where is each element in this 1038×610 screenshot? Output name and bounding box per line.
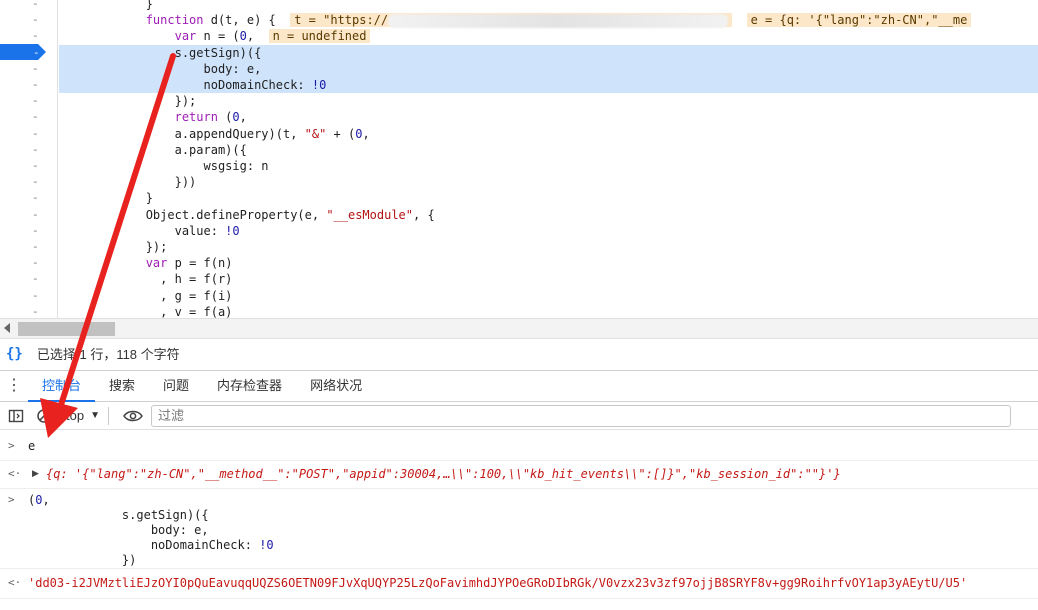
svg-text:-: - xyxy=(33,46,40,59)
code-line[interactable]: return (0, xyxy=(59,109,1038,125)
gutter-mark[interactable]: - xyxy=(32,223,40,239)
console-result-row: <· ▶ {q: '{"lang":"zh-CN","__method__":"… xyxy=(0,461,1038,489)
gutter-mark[interactable]: - xyxy=(32,239,40,255)
console-output[interactable]: > e <· ▶ {q: '{"lang":"zh-CN","__method_… xyxy=(0,431,1038,610)
tab-issues[interactable]: 问题 xyxy=(149,370,203,402)
console-input-line: s.getSign)({ xyxy=(28,508,209,522)
gutter-mark[interactable]: - xyxy=(32,12,40,28)
scroll-left-icon[interactable] xyxy=(4,323,10,333)
inline-value: t = "https:// xyxy=(290,13,733,28)
tab-console[interactable]: 控制台 xyxy=(28,370,96,402)
result-arrow-icon-2: <· xyxy=(8,576,22,589)
code-line[interactable]: function d(t, e) { t = "https:// e = {q:… xyxy=(59,12,1038,28)
input-prompt-icon-2: > xyxy=(8,493,15,506)
gutter-mark[interactable]: - xyxy=(32,0,40,12)
breakpoint-marker[interactable]: - xyxy=(0,44,46,60)
inline-value: e = {q: '{"lang":"zh-CN","__me xyxy=(746,13,972,28)
sidebar-toggle-icon[interactable] xyxy=(4,405,28,427)
gutter-mark[interactable]: - xyxy=(32,271,40,287)
gutter-mark[interactable]: - xyxy=(32,190,40,206)
code-line[interactable]: value: !0 xyxy=(59,223,1038,239)
code-line[interactable]: } xyxy=(59,190,1038,206)
gutter-mark[interactable]: - xyxy=(32,288,40,304)
gutter-mark[interactable]: - xyxy=(32,109,40,125)
console-toolbar: top ▼ xyxy=(0,402,1038,430)
code-line[interactable]: wsgsig: n xyxy=(59,158,1038,174)
code-line[interactable]: } xyxy=(59,0,1038,12)
console-result-row-2: <· 'dd03-i2JVMztliEJzOYI0pQuEavuqqUQZS6O… xyxy=(0,569,1038,599)
code-line[interactable]: }); xyxy=(59,239,1038,255)
code-line[interactable]: body: e, xyxy=(59,60,1038,77)
gutter-mark[interactable]: - xyxy=(32,158,40,174)
drawer-tab-bar: ⋮ 控制台 搜索 问题 内存检查器 网络状况 xyxy=(0,370,1038,402)
input-prompt-icon: > xyxy=(8,439,15,452)
console-input-row-2: > (0, s.getSign)({ body: e, noDomainChec… xyxy=(0,489,1038,569)
console-input-line: noDomainCheck: !0 xyxy=(28,538,274,552)
code-line[interactable]: })) xyxy=(59,174,1038,190)
code-line[interactable]: a.param)({ xyxy=(59,142,1038,158)
console-input-line: }) xyxy=(28,553,137,567)
result-arrow-icon: <· xyxy=(8,467,22,480)
gutter-mark[interactable]: - xyxy=(32,207,40,223)
code-line[interactable]: a.appendQuery)(t, "&" + (0, xyxy=(59,126,1038,142)
eye-icon[interactable] xyxy=(121,405,145,427)
drawer-menu-icon[interactable]: ⋮ xyxy=(0,378,28,394)
code-line[interactable]: , h = f(r) xyxy=(59,271,1038,287)
toolbar-divider xyxy=(107,406,109,425)
filter-input[interactable] xyxy=(150,404,1011,427)
tab-network-conditions[interactable]: 网络状况 xyxy=(296,370,376,402)
chevron-down-icon[interactable]: ▼ xyxy=(90,410,100,421)
code-line[interactable]: Object.defineProperty(e, "__esModule", { xyxy=(59,207,1038,223)
code-line[interactable]: var n = (0, n = undefined xyxy=(59,28,1038,44)
signature-string[interactable]: 'dd03-i2JVMztliEJzOYI0pQuEavuqqUQZS6OETN… xyxy=(28,576,967,591)
gutter-mark[interactable]: - xyxy=(32,255,40,271)
inline-value: n = undefined xyxy=(268,29,371,44)
gutter-mark[interactable]: - xyxy=(32,61,40,77)
gutter-mark[interactable]: - xyxy=(32,28,40,44)
gutter-mark[interactable]: - xyxy=(32,126,40,142)
code-line[interactable]: s.getSign)({ xyxy=(59,44,1038,61)
code-line[interactable]: , g = f(i) xyxy=(59,288,1038,304)
editor-status-bar: {} 已选择 1 行，118 个字符 xyxy=(0,338,1038,368)
context-selector[interactable]: top xyxy=(66,408,84,423)
gutter-mark[interactable]: - xyxy=(32,142,40,158)
horizontal-scrollbar[interactable] xyxy=(0,318,1038,338)
scrollbar-thumb[interactable] xyxy=(18,322,115,336)
selection-info: 已选择 1 行，118 个字符 xyxy=(36,347,180,362)
console-input-text: e xyxy=(28,439,36,453)
expand-triangle-icon[interactable]: ▶ xyxy=(32,468,39,479)
pretty-print-icon[interactable]: {} xyxy=(6,346,23,362)
source-editor[interactable]: -------------------- - } function d(t, e… xyxy=(0,0,1038,318)
tab-search[interactable]: 搜索 xyxy=(95,370,149,402)
code-line[interactable]: }); xyxy=(59,93,1038,109)
console-input-line: body: e, xyxy=(28,523,209,537)
console-input-line: (0, xyxy=(28,493,50,507)
code-line[interactable]: , v = f(a) xyxy=(59,304,1038,318)
clear-console-icon[interactable] xyxy=(32,405,56,427)
gutter-mark[interactable]: - xyxy=(32,93,40,109)
code-line[interactable]: var p = f(n) xyxy=(59,255,1038,271)
object-preview[interactable]: {q: '{"lang":"zh-CN","__method__":"POST"… xyxy=(46,467,841,482)
gutter-mark[interactable]: - xyxy=(32,174,40,190)
code-line[interactable]: noDomainCheck: !0 xyxy=(59,77,1038,93)
gutter-mark[interactable]: - xyxy=(32,304,40,318)
tab-memory-inspector[interactable]: 内存检查器 xyxy=(203,370,296,402)
gutter-mark[interactable]: - xyxy=(32,77,40,93)
console-input-row: > e xyxy=(0,431,1038,461)
